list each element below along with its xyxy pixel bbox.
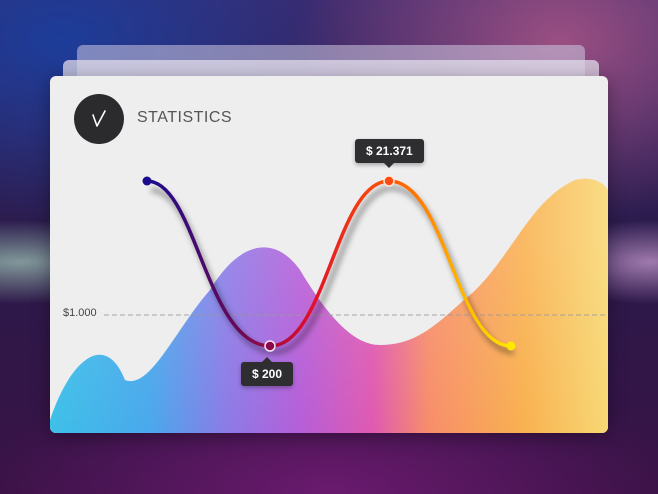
tooltip-min-label: $ 200 [252,367,283,381]
point-max[interactable] [383,175,395,187]
tooltip-arrow [384,163,395,168]
chart-svg [50,175,608,433]
tooltip-max: $ 21.371 [355,139,424,168]
point-min[interactable] [264,340,276,352]
point-end[interactable] [506,341,516,351]
reference-value-label: $1.000 [63,307,97,319]
tooltip-max-label: $ 21.371 [366,144,413,158]
point-start[interactable] [142,176,152,186]
tooltip-arrow [262,357,273,362]
tooltip-min: $ 200 [241,357,294,386]
